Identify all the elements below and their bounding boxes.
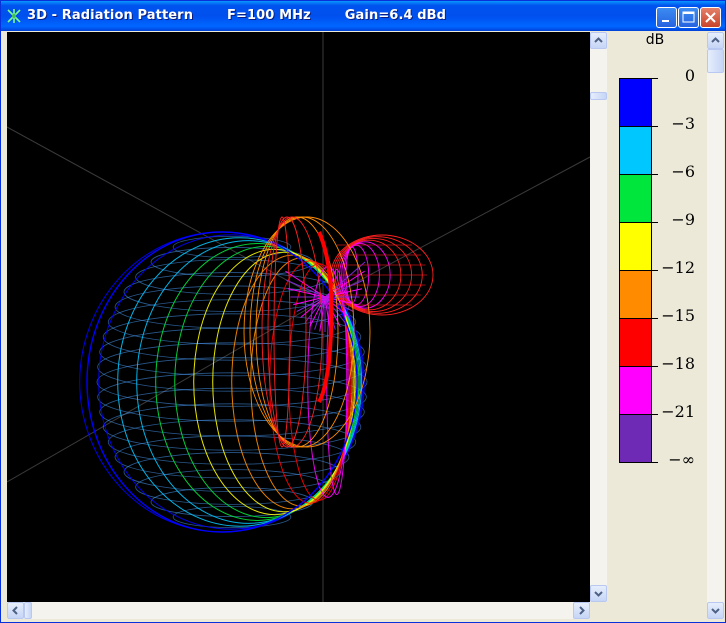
frequency-readout: F=100 MHz <box>227 8 311 23</box>
arrow-down-icon <box>594 591 603 597</box>
legend-swatch <box>619 414 652 462</box>
view-horizontal-scrollbar[interactable] <box>7 602 590 619</box>
scroll-thumb-horizontal[interactable] <box>24 602 32 619</box>
window-title: 3D - Radiation Pattern F=100 MHz Gain=6.4 … <box>27 8 480 23</box>
scroll-up-button[interactable] <box>590 32 607 49</box>
legend-swatch <box>619 78 652 126</box>
legend-level-label: −12 <box>661 258 695 277</box>
radiation-pattern-window: 3D - Radiation Pattern F=100 MHz Gain=6.4 … <box>0 0 726 623</box>
legend-unit-label: dB <box>645 32 665 48</box>
window-scroll-thumb[interactable] <box>707 49 724 73</box>
legend-level-label: 0 <box>684 66 695 85</box>
antenna-app-icon <box>7 9 21 23</box>
legend-level-label: −9 <box>671 210 695 229</box>
scroll-thumb[interactable] <box>590 92 607 100</box>
window-vertical-scrollbar[interactable] <box>707 32 724 619</box>
axis-line <box>7 299 324 483</box>
legend-swatch <box>619 222 652 270</box>
pattern-mesh-line <box>107 299 357 345</box>
legend-level-label: −6 <box>671 162 695 181</box>
radiation-pattern-view[interactable] <box>7 32 590 602</box>
legend-level-label: −18 <box>661 354 695 373</box>
legend-bottom-edge <box>619 462 652 463</box>
view-vertical-scrollbar[interactable] <box>590 32 607 602</box>
scroll-right-button[interactable] <box>573 602 590 619</box>
pattern-mesh-line <box>107 419 357 465</box>
close-button[interactable] <box>700 7 721 28</box>
arrow-up-icon <box>594 37 603 43</box>
minimize-button[interactable] <box>656 7 677 28</box>
pattern-mesh-line <box>123 452 341 492</box>
title-bar[interactable]: 3D - Radiation Pattern F=100 MHz Gain=6.4 … <box>1 1 725 31</box>
legend-swatch <box>619 126 652 174</box>
scroll-left-button[interactable] <box>7 602 24 619</box>
maximize-icon <box>682 11 695 23</box>
legend-level-label: −15 <box>661 306 695 325</box>
radiation-pattern-plot <box>7 32 590 602</box>
color-scale-legend: dB 0 −3 −6 −9 −12 −15 −18 −21 −∞ <box>607 32 707 619</box>
arrow-down-icon <box>711 608 720 614</box>
legend-swatch <box>619 174 652 222</box>
legend-level-label: −3 <box>671 114 695 133</box>
legend-swatch <box>619 366 652 414</box>
maximize-button[interactable] <box>678 7 699 28</box>
legend-level-label: −21 <box>661 402 695 421</box>
pattern-mesh-line <box>79 231 365 533</box>
arrow-left-icon <box>12 606 18 615</box>
window-scroll-down-button[interactable] <box>707 602 724 619</box>
scroll-down-button[interactable] <box>590 585 607 602</box>
legend-swatch <box>619 318 652 366</box>
arrow-right-icon <box>579 606 585 615</box>
minimize-icon <box>662 20 669 22</box>
legend-swatch <box>619 270 652 318</box>
gain-readout: Gain=6.4 dBd <box>344 8 447 23</box>
legend-bottom-label: −∞ <box>668 450 695 469</box>
window-scroll-up-button[interactable] <box>707 32 724 49</box>
close-icon <box>705 12 716 23</box>
pattern-mesh-line <box>273 216 291 448</box>
pattern-mesh-line <box>155 243 360 521</box>
arrow-up-icon <box>711 37 720 43</box>
title-label: 3D - Radiation Pattern <box>27 8 194 23</box>
